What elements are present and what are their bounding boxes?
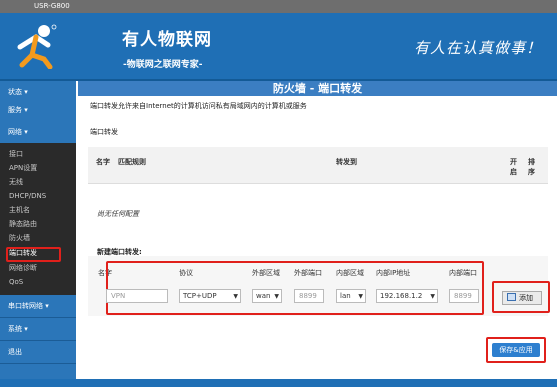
internal-port-input[interactable]: 8899	[449, 289, 479, 303]
internal-zone-value: lan	[340, 292, 351, 300]
nav-system-label: 系统 ▾	[8, 325, 28, 333]
nav-status-label: 状态 ▾	[8, 88, 28, 96]
add-button[interactable]: 添加	[502, 291, 542, 305]
nav-logout[interactable]: 退出	[0, 341, 76, 364]
sub-hostname[interactable]: 主机名	[9, 205, 30, 216]
add-icon	[507, 293, 516, 301]
nav-logout-label: 退出	[8, 348, 22, 356]
page-description: 端口转发允许来自Internet的计算机访问私有局域网内的计算机或服务	[90, 102, 307, 110]
window-titlebar: USR-G800	[0, 0, 557, 13]
nav-serial-label: 串口转网络 ▾	[8, 302, 49, 310]
page-title: 防火墙 - 端口转发	[78, 81, 557, 96]
site-subtitle: -物联网之联网专家-	[123, 60, 203, 70]
col-match-rule-header: 匹配规则	[118, 158, 146, 166]
protocol-select[interactable]: TCP+UDP ▼	[179, 289, 241, 303]
external-zone-select[interactable]: wan ▼	[252, 289, 282, 303]
highlight-new-forward-fields	[106, 261, 484, 315]
col-enable-header: 开启	[510, 158, 517, 176]
nav-network-label: 网络 ▾	[8, 128, 28, 136]
empty-message: 尚无任何配置	[97, 210, 139, 218]
external-port-input[interactable]: 8899	[294, 289, 324, 303]
window-title: USR-G800	[34, 2, 70, 10]
sub-apn[interactable]: APN设置	[9, 163, 37, 174]
sub-dhcp-dns[interactable]: DHCP/DNS	[9, 191, 46, 202]
sub-diagnostics[interactable]: 网络诊断	[9, 263, 37, 274]
site-header: 有人物联网 -物联网之联网专家- 有人在认真做事！	[0, 13, 557, 81]
protocol-value: TCP+UDP	[183, 292, 217, 300]
col-forward-to-header: 转发到	[336, 158, 357, 166]
sub-qos[interactable]: QoS	[9, 277, 23, 288]
internal-ip-value: 192.168.1.2	[380, 292, 423, 300]
highlight-port-forward-nav	[6, 247, 61, 262]
chevron-down-icon: ▼	[233, 293, 238, 300]
chevron-down-icon: ▼	[430, 293, 435, 300]
nav-services[interactable]: 服务 ▾	[0, 99, 76, 122]
add-button-label: 添加	[519, 294, 533, 302]
external-zone-value: wan	[256, 292, 271, 300]
site-name: 有人物联网	[122, 30, 212, 50]
page-footer	[0, 379, 557, 387]
site-slogan: 有人在认真做事！	[414, 39, 543, 57]
network-submenu: 接口 APN设置 无线 DHCP/DNS 主机名 静态路由 防火墙 端口转发 网…	[0, 143, 76, 295]
internal-zone-select[interactable]: lan ▼	[336, 289, 366, 303]
brand-logo-icon	[17, 24, 57, 69]
sub-wireless[interactable]: 无线	[9, 177, 23, 188]
nav-serial-to-network[interactable]: 串口转网络 ▾	[0, 295, 76, 318]
sub-interface[interactable]: 接口	[9, 149, 23, 160]
chevron-down-icon: ▼	[358, 293, 363, 300]
col-sort-header: 排序	[528, 158, 535, 176]
chevron-down-icon: ▼	[274, 293, 279, 300]
save-apply-button[interactable]: 保存&应用	[492, 343, 540, 357]
table-header	[88, 147, 548, 184]
name-input[interactable]: VPN	[106, 289, 168, 303]
internal-ip-select[interactable]: 192.168.1.2 ▼	[376, 289, 438, 303]
col-name-header: 名字	[96, 158, 110, 166]
sub-static-route[interactable]: 静态路由	[9, 219, 37, 230]
section-label: 端口转发	[90, 128, 118, 136]
nav-system[interactable]: 系统 ▾	[0, 318, 76, 341]
nav-network[interactable]: 网络 ▾	[0, 121, 76, 144]
sub-firewall[interactable]: 防火墙	[9, 233, 30, 244]
main-content: 防火墙 - 端口转发 端口转发允许来自Internet的计算机访问私有局域网内的…	[78, 81, 557, 387]
nav-services-label: 服务 ▾	[8, 106, 28, 114]
